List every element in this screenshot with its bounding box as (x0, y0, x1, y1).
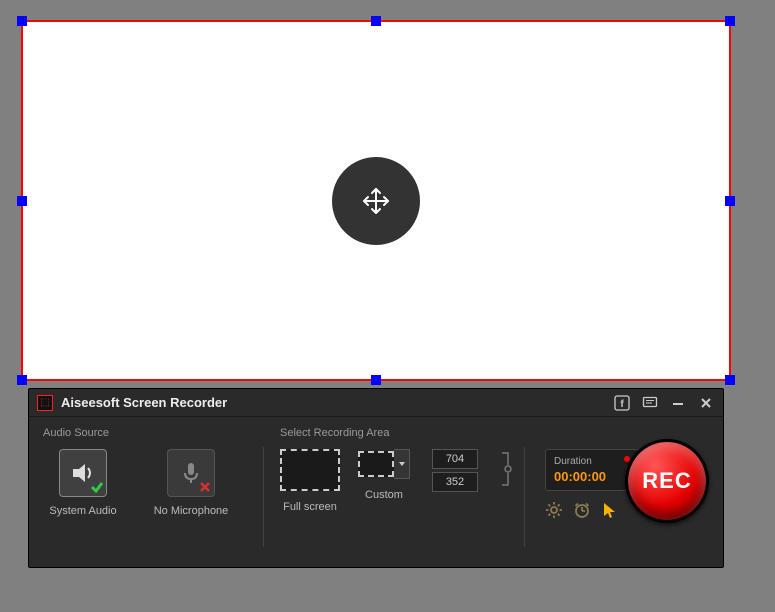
titlebar: ⬚ Aiseesoft Screen Recorder f (29, 389, 723, 417)
disabled-icon (199, 481, 211, 493)
resize-handle-sw[interactable] (17, 375, 27, 385)
audio-source-section: Audio Source System Audio (43, 427, 263, 555)
close-icon (699, 396, 713, 410)
audio-source-label: Audio Source (43, 427, 263, 439)
resize-handle-se[interactable] (725, 375, 735, 385)
minimize-icon (671, 396, 685, 410)
height-input[interactable] (432, 472, 478, 492)
clock-icon (573, 501, 591, 519)
close-button[interactable] (697, 394, 715, 412)
svg-text:f: f (620, 399, 624, 410)
cursor-toggle-button[interactable] (601, 501, 617, 522)
timer-button[interactable] (573, 501, 591, 522)
control-section: Duration 00:00:00 REC (525, 427, 709, 555)
chevron-down-icon (398, 460, 406, 468)
app-icon: ⬚ (37, 395, 53, 411)
fullscreen-label: Full screen (283, 501, 337, 513)
check-icon (90, 480, 104, 494)
resize-handle-e[interactable] (725, 196, 735, 206)
resize-handle-n[interactable] (371, 16, 381, 26)
cursor-icon (601, 501, 617, 519)
recording-area-label: Select Recording Area (280, 427, 524, 439)
duration-time: 00:00:00 (554, 469, 630, 484)
resize-handle-ne[interactable] (725, 16, 735, 26)
system-audio-label: System Audio (49, 505, 116, 517)
resize-handle-s[interactable] (371, 375, 381, 385)
custom-area-button[interactable] (358, 451, 394, 477)
record-button-label: REC (642, 468, 691, 494)
system-audio-button[interactable] (59, 449, 107, 497)
resize-handle-w[interactable] (17, 196, 27, 206)
feedback-icon (642, 395, 658, 411)
width-input[interactable] (432, 449, 478, 469)
microphone-label: No Microphone (154, 505, 229, 517)
recording-area-section: Select Recording Area Full screen Custom (264, 427, 524, 555)
app-title: Aiseesoft Screen Recorder (61, 395, 227, 410)
record-button[interactable]: REC (625, 439, 709, 523)
recording-selection-area[interactable] (21, 20, 731, 381)
duration-label: Duration (554, 456, 630, 467)
custom-label: Custom (365, 489, 403, 501)
settings-button[interactable] (545, 501, 563, 522)
custom-dropdown-button[interactable] (394, 449, 410, 479)
facebook-button[interactable]: f (613, 394, 631, 412)
gear-icon (545, 501, 563, 519)
resize-handle-nw[interactable] (17, 16, 27, 26)
feedback-button[interactable] (641, 394, 659, 412)
minimize-button[interactable] (669, 394, 687, 412)
facebook-icon: f (614, 395, 630, 411)
aspect-lock-button[interactable] (500, 449, 512, 489)
fullscreen-button[interactable] (280, 449, 340, 491)
move-handle[interactable] (332, 157, 420, 245)
move-icon (359, 184, 393, 218)
microphone-button[interactable] (167, 449, 215, 497)
recorder-toolbar: ⬚ Aiseesoft Screen Recorder f Audio Sour… (28, 388, 724, 568)
